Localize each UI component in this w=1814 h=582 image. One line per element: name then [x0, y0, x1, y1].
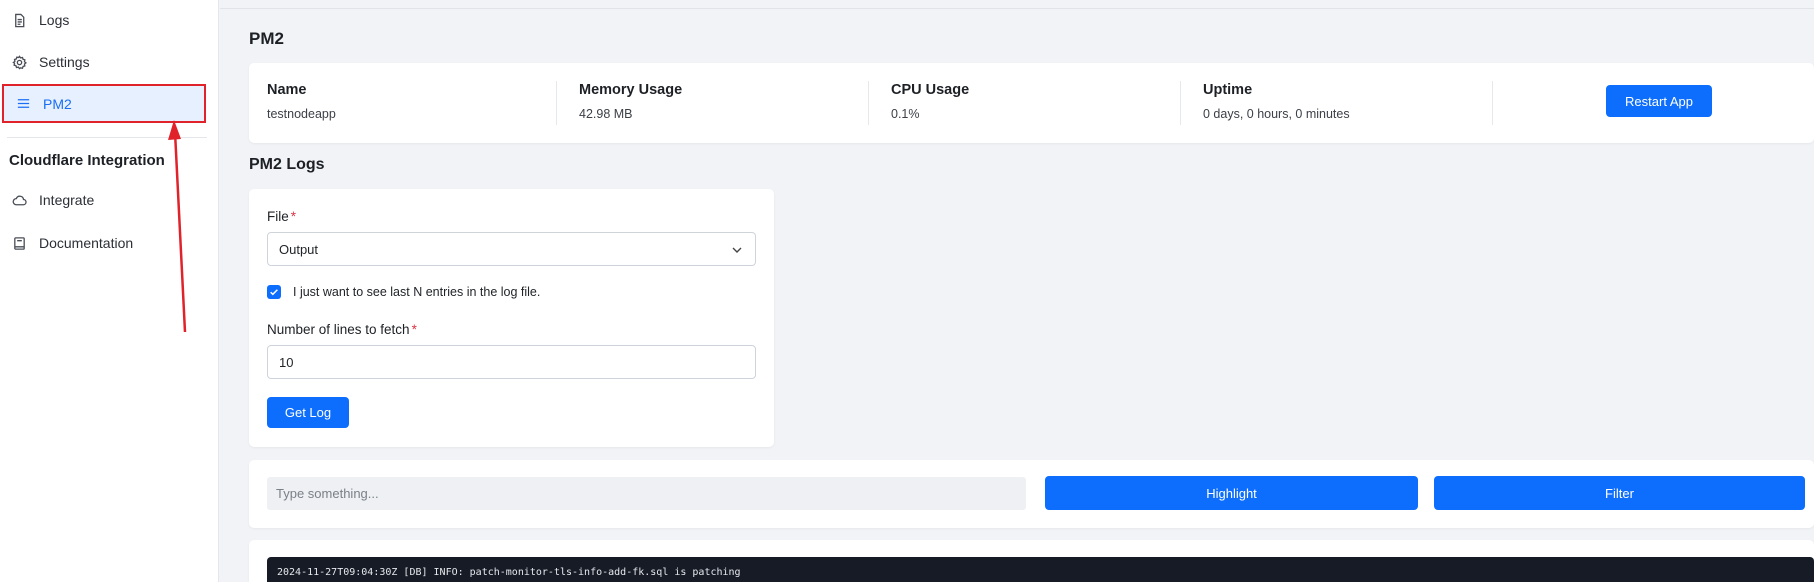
sidebar-item-documentation[interactable]: Documentation — [0, 223, 210, 263]
sidebar-item-logs[interactable]: Logs — [0, 0, 210, 40]
stat-divider — [556, 81, 557, 125]
pm2-logs-title: PM2 Logs — [249, 156, 325, 173]
file-select-value: Output — [279, 241, 319, 257]
lines-label-text: Number of lines to fetch — [267, 322, 410, 337]
sidebar-item-label: Settings — [39, 54, 90, 70]
stat-divider — [1180, 81, 1181, 125]
log-output-card: 2024-11-27T09:04:30Z [DB] INFO: patch-mo… — [249, 540, 1814, 582]
sidebar-item-label: Logs — [39, 12, 70, 28]
stat-value: 0 days, 0 hours, 0 minutes — [1203, 107, 1350, 121]
log-output: 2024-11-27T09:04:30Z [DB] INFO: patch-mo… — [267, 557, 1814, 582]
required-asterisk: * — [290, 209, 297, 224]
menu-icon — [15, 96, 31, 112]
book-icon — [11, 235, 27, 251]
chevron-down-icon — [732, 247, 742, 253]
stat-label: Memory Usage — [579, 82, 683, 98]
sidebar-item-integrate[interactable]: Integrate — [0, 180, 210, 220]
file-text-icon — [11, 12, 27, 28]
file-label: File * — [267, 209, 296, 224]
check-icon — [270, 289, 278, 296]
filter-button[interactable]: Filter — [1434, 476, 1805, 510]
sidebar: Logs Settings PM2 Cloudflare Integration… — [0, 0, 219, 582]
sidebar-item-label: Integrate — [39, 192, 95, 208]
sidebar-item-label: Documentation — [39, 235, 134, 251]
sidebar-item-label: PM2 — [43, 95, 72, 112]
log-options-card: File * Output I just want to see last N e… — [249, 189, 774, 447]
stat-label: Uptime — [1203, 82, 1253, 98]
stat-label: CPU Usage — [891, 82, 970, 98]
search-input[interactable] — [267, 477, 1026, 510]
required-asterisk: * — [411, 322, 417, 337]
cloud-icon — [11, 192, 27, 208]
sidebar-divider — [7, 137, 207, 138]
stat-value: testnodeapp — [267, 107, 336, 121]
sidebar-item-settings[interactable]: Settings — [0, 42, 210, 82]
sidebar-item-pm2[interactable]: PM2 — [2, 84, 206, 123]
stat-value: 0.1% — [891, 107, 920, 121]
stat-value: 42.98 MB — [579, 107, 633, 121]
process-stats-card: Name testnodeapp Memory Usage 42.98 MB C… — [249, 63, 1814, 143]
log-toolbar-card: Highlight Filter — [249, 460, 1814, 528]
restart-app-button[interactable]: Restart App — [1606, 85, 1712, 117]
stat-label: Name — [267, 82, 307, 98]
gear-icon — [11, 54, 27, 70]
lines-label: Number of lines to fetch * — [267, 322, 417, 337]
page-title: PM2 — [249, 29, 284, 48]
header-divider — [220, 8, 1814, 9]
last-n-checkbox[interactable] — [267, 285, 281, 299]
lines-input[interactable]: 10 — [267, 345, 756, 379]
stat-divider — [868, 81, 869, 125]
last-n-checkbox-label: I just want to see last N entries in the… — [293, 285, 541, 299]
stat-divider — [1492, 81, 1493, 125]
get-log-button[interactable]: Get Log — [267, 397, 349, 428]
log-line: 2024-11-27T09:04:30Z [DB] INFO: patch-mo… — [277, 567, 741, 578]
file-label-text: File — [267, 209, 289, 224]
file-select[interactable]: Output — [267, 232, 756, 266]
highlight-button[interactable]: Highlight — [1045, 476, 1418, 510]
section-title: Cloudflare Integration — [9, 152, 165, 169]
